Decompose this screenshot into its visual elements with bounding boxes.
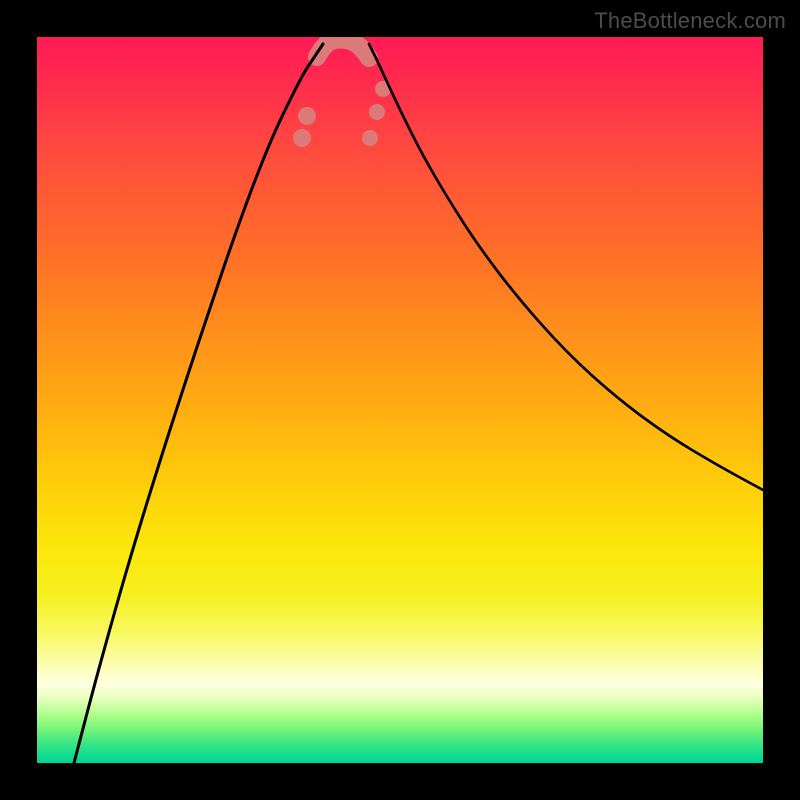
left-branch-curve (74, 44, 323, 763)
marker-group (293, 81, 391, 147)
right-dot-1 (362, 130, 378, 146)
right-branch-curve (369, 44, 763, 490)
chart-frame: TheBottleneck.com (0, 0, 800, 800)
chart-svg (37, 37, 763, 763)
right-dot-2 (369, 104, 385, 120)
curve-group (74, 44, 763, 763)
left-dot-2 (298, 107, 316, 125)
watermark-text: TheBottleneck.com (594, 8, 786, 34)
plot-area (37, 37, 763, 763)
bottom-connector-group (317, 40, 369, 59)
bottom-connector (317, 40, 369, 59)
left-dot-1 (293, 129, 311, 147)
